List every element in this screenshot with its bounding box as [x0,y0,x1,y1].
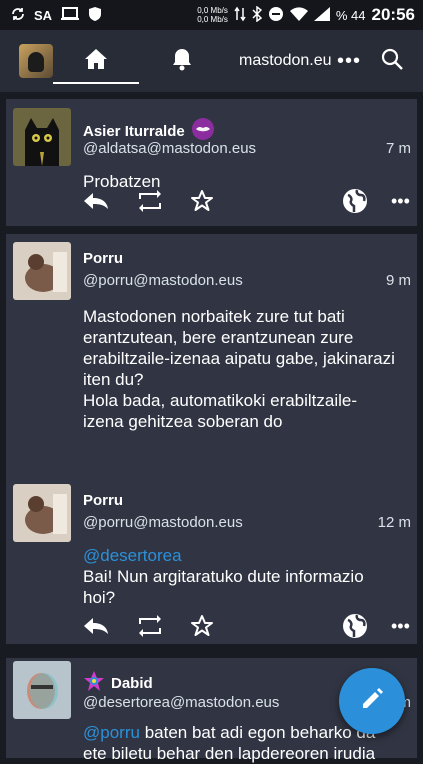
tab-notifications[interactable] [139,30,225,92]
more-options-icon[interactable]: ••• [337,50,361,73]
post-time: 7 m [385,140,411,157]
more-icon[interactable]: ••• [391,186,410,216]
star-icon [191,615,213,636]
post-actions: ••• [6,186,417,216]
tab-home[interactable] [53,30,139,92]
account-handle[interactable]: @porru@mastodon.eus [83,514,243,531]
rainbow-emoji-icon [83,670,105,696]
compose-button[interactable] [339,668,405,734]
account-handle[interactable]: @desertorea@mastodon.eus [83,694,279,711]
status-card[interactable]: Asier Iturralde @aldatsa@mastodon.eus 7 … [6,99,417,226]
post-content: @desertorea Bai! Nun argitaratuko dute i… [83,545,403,608]
display-name[interactable]: Porru [83,250,123,267]
boost-button[interactable] [138,186,162,216]
shield-icon [88,6,102,25]
signal-icon [313,6,330,24]
clock: 20:56 [371,5,415,24]
reply-icon [84,618,108,634]
status-card[interactable]: Porru @porru@mastodon.eus 12 m @desertor… [6,476,417,644]
account-avatar[interactable] [19,44,53,78]
account-handle[interactable]: @porru@mastodon.eus [83,272,243,289]
carrier-label: SA [34,7,53,23]
sync-icon [10,6,26,25]
search-icon[interactable] [381,48,403,75]
post-content: Mastodonen norbaitek zure tut bati erant… [83,307,395,431]
instance-name: mastodon.eus [239,52,331,69]
do-not-disturb-icon [268,6,284,25]
reply-button[interactable] [83,186,109,216]
avatar[interactable] [13,661,71,719]
pencil-icon [359,686,385,717]
visibility-public-icon [342,611,368,641]
top-toolbar: mastodon.eus ••• [0,30,423,92]
visibility-public-icon [342,186,368,216]
mention-link[interactable]: @porru [83,723,140,742]
avatar[interactable] [13,242,71,300]
reply-icon [84,193,108,209]
boost-button[interactable] [138,611,162,641]
status-bar: SA 0,0 Mb/s 0,0 Mb/s % 44 20:56 [0,0,423,30]
avatar[interactable] [13,484,71,542]
favourite-button[interactable] [190,611,214,641]
reply-button[interactable] [83,611,109,641]
display-name[interactable]: Porru [83,492,123,509]
bell-icon [171,47,193,76]
post-time: 12 m [377,514,411,531]
display-name[interactable]: Dabid [83,670,153,696]
network-speed: 0,0 Mb/s 0,0 Mb/s [197,6,228,24]
bluetooth-icon [252,5,263,25]
post-time: 9 m [385,272,411,289]
account-handle[interactable]: @aldatsa@mastodon.eus [83,140,256,157]
more-icon[interactable]: ••• [391,611,410,641]
favourite-button[interactable] [190,186,214,216]
boost-icon [139,615,161,637]
mention-link[interactable]: @desertorea [83,545,403,566]
laptop-icon [60,6,80,25]
avatar[interactable] [13,108,71,166]
star-icon [191,190,213,211]
home-icon [84,48,108,75]
data-arrows-icon [234,6,246,25]
boost-icon [139,190,161,212]
battery-level: % 44 [335,7,366,23]
post-actions: ••• [6,611,417,641]
wifi-icon [289,6,308,24]
